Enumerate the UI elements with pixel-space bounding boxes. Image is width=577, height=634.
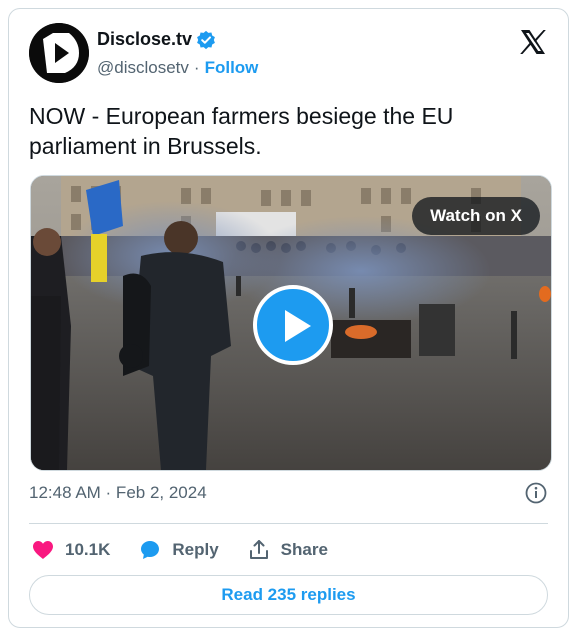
read-replies-button[interactable]: Read 235 replies xyxy=(29,575,548,615)
separator-dot: · xyxy=(193,58,200,77)
author-handle[interactable]: @disclosetv xyxy=(97,58,189,77)
video-media[interactable]: Watch on X xyxy=(30,175,552,471)
reply-button[interactable]: Reply xyxy=(138,538,219,562)
share-button[interactable]: Share xyxy=(247,538,328,562)
avatar[interactable] xyxy=(29,23,89,83)
like-button[interactable]: 10.1K xyxy=(31,538,110,562)
verified-badge-icon xyxy=(196,30,216,50)
name-row: Disclose.tv xyxy=(97,29,216,50)
display-name[interactable]: Disclose.tv xyxy=(97,29,192,50)
share-icon xyxy=(249,540,268,559)
tweet-card: Disclose.tv @disclosetv · Follow NOW - Eur… xyxy=(8,8,569,628)
speech-bubble-icon xyxy=(141,541,160,559)
info-icon[interactable] xyxy=(524,481,548,505)
divider xyxy=(29,523,548,524)
tweet-header: Disclose.tv @disclosetv · Follow xyxy=(29,23,548,89)
tweet-timestamp[interactable]: 12:48 AM · Feb 2, 2024 xyxy=(29,483,207,503)
follow-button[interactable]: Follow xyxy=(205,58,259,77)
handle-row: @disclosetv · Follow xyxy=(97,58,258,78)
heart-icon xyxy=(33,541,53,559)
share-label: Share xyxy=(280,540,328,559)
disclosetv-logo-icon xyxy=(29,23,89,83)
action-bar: 10.1K Reply Share xyxy=(31,530,356,570)
x-logo-icon[interactable] xyxy=(518,27,548,57)
tweet-text: NOW - European farmers besiege the EU pa… xyxy=(29,103,454,159)
play-button[interactable] xyxy=(253,285,333,365)
watch-on-x-button[interactable]: Watch on X xyxy=(412,197,540,235)
like-count: 10.1K xyxy=(65,540,111,559)
reply-label: Reply xyxy=(172,540,219,559)
play-icon xyxy=(285,310,311,342)
